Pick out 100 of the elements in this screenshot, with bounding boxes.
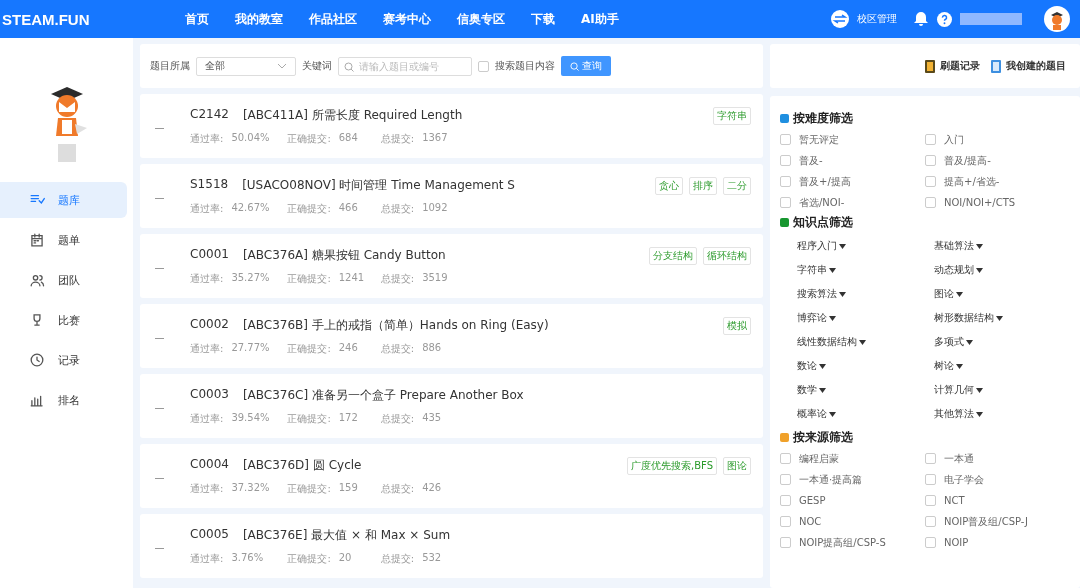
keyword-field[interactable]: 请输入题目或编号: [338, 56, 472, 76]
tag[interactable]: 排序: [689, 177, 717, 195]
avatar-icon[interactable]: [1044, 6, 1070, 32]
tag[interactable]: 模拟: [723, 317, 751, 335]
checkbox[interactable]: [780, 453, 791, 464]
tag[interactable]: 广度优先搜索,BFS: [627, 457, 717, 475]
checkbox[interactable]: [780, 197, 791, 208]
sidebar-item[interactable]: 排名: [0, 382, 127, 418]
topic-dropdown[interactable]: 搜索算法: [797, 287, 934, 301]
switch-icon[interactable]: [831, 10, 849, 28]
tag[interactable]: 贪心: [655, 177, 683, 195]
problem-card[interactable]: S1518 [USACO08NOV] 时间管理 Time Management S 通过率: 42.67% 正确提交: 466 总提交: 1092 贪心 排序 二分: [140, 164, 763, 228]
filter-option[interactable]: 暂无评定: [780, 132, 925, 147]
checkbox[interactable]: [780, 176, 791, 187]
topic-dropdown[interactable]: 数学: [797, 383, 934, 397]
filter-option[interactable]: NOIP普及组/CSP-J: [925, 514, 1070, 529]
checkbox[interactable]: [925, 495, 936, 506]
checkbox[interactable]: [780, 537, 791, 548]
filter-option[interactable]: 一本通: [925, 451, 1070, 466]
nav-link[interactable]: AI助手: [581, 10, 619, 28]
topic-dropdown[interactable]: 概率论: [797, 407, 934, 421]
problem-card[interactable]: C0004 [ABC376D] 圆 Cycle 通过率: 37.32% 正确提交: 159 总提交: 426 广度优先搜索,BFS 图论: [140, 444, 763, 508]
checkbox[interactable]: [925, 537, 936, 548]
checkbox[interactable]: [925, 516, 936, 527]
topic-dropdown[interactable]: 树论: [934, 359, 1070, 373]
topic-dropdown[interactable]: 程序入门: [797, 239, 934, 253]
topic-dropdown[interactable]: 动态规划: [934, 263, 1070, 277]
campus-link[interactable]: 校区管理: [857, 12, 897, 26]
stat-value: 1367: [422, 131, 448, 145]
checkbox[interactable]: [780, 134, 791, 145]
problem-card[interactable]: C0003 [ABC376C] 准备另一个盒子 Prepare Another Box 通过率: 39.54% 正确提交: 172 总提交: 435: [140, 374, 763, 438]
sidebar-item[interactable]: 比赛: [0, 302, 127, 338]
problem-title[interactable]: [ABC376D] 圆 Cycle: [242, 456, 362, 474]
topic-dropdown[interactable]: 线性数据结构: [797, 335, 934, 349]
nav-link[interactable]: 赛考中心: [383, 10, 431, 28]
filter-option[interactable]: 普及/提高-: [925, 153, 1070, 168]
filter-option[interactable]: NOIP: [925, 535, 1070, 550]
filter-option[interactable]: NOIP提高组/CSP-S: [780, 535, 925, 550]
checkbox[interactable]: [780, 474, 791, 485]
sidebar-item[interactable]: 记录: [0, 342, 127, 378]
filter-option[interactable]: 编程启蒙: [780, 451, 925, 466]
topic-dropdown[interactable]: 博弈论: [797, 311, 934, 325]
checkbox[interactable]: [925, 474, 936, 485]
filter-option[interactable]: 省选/NOI-: [780, 195, 925, 210]
problem-title[interactable]: [ABC411A] 所需长度 Required Length: [242, 106, 463, 124]
filter-option[interactable]: 普及-: [780, 153, 925, 168]
topic-dropdown[interactable]: 数论: [797, 359, 934, 373]
nav-link[interactable]: 信奥专区: [457, 10, 505, 28]
topic-dropdown[interactable]: 基础算法: [934, 239, 1070, 253]
checkbox[interactable]: [925, 197, 936, 208]
topic-dropdown[interactable]: 其他算法: [934, 407, 1070, 421]
checkbox[interactable]: [925, 453, 936, 464]
quick-link[interactable]: 刷题记录: [924, 59, 980, 73]
problem-card[interactable]: C0005 [ABC376E] 最大值 × 和 Max × Sum 通过率: 3.76% 正确提交: 20 总提交: 532: [140, 514, 763, 578]
bell-icon[interactable]: [913, 11, 929, 27]
checkbox[interactable]: [780, 495, 791, 506]
tag[interactable]: 分支结构: [649, 247, 697, 265]
help-icon[interactable]: [937, 11, 952, 27]
filter-option[interactable]: NCT: [925, 493, 1070, 508]
problem-title[interactable]: [ABC376C] 准备另一个盒子 Prepare Another Box: [242, 386, 524, 404]
filter-option[interactable]: GESP: [780, 493, 925, 508]
tag[interactable]: 图论: [723, 457, 751, 475]
filter-option[interactable]: 普及+/提高: [780, 174, 925, 189]
problem-title[interactable]: [USACO08NOV] 时间管理 Time Management S: [242, 176, 515, 194]
nav-link[interactable]: 首页: [185, 10, 209, 28]
topic-dropdown[interactable]: 字符串: [797, 263, 934, 277]
filter-option[interactable]: 电子学会: [925, 472, 1070, 487]
tag[interactable]: 循环结构: [703, 247, 751, 265]
tag[interactable]: 二分: [723, 177, 751, 195]
topic-dropdown[interactable]: 多项式: [934, 335, 1070, 349]
filter-option[interactable]: 提高+/省选-: [925, 174, 1070, 189]
topic-dropdown[interactable]: 树形数据结构: [934, 311, 1070, 325]
checkbox[interactable]: [780, 155, 791, 166]
nav-link[interactable]: 作品社区: [309, 10, 357, 28]
topic-dropdown[interactable]: 计算几何: [934, 383, 1070, 397]
filter-option[interactable]: NOC: [780, 514, 925, 529]
problem-title[interactable]: [ABC376E] 最大值 × 和 Max × Sum: [242, 526, 451, 544]
sidebar-item[interactable]: 团队: [0, 262, 127, 298]
logo[interactable]: STEAM.FUN: [2, 10, 185, 28]
problem-title[interactable]: [ABC376A] 糖果按钮 Candy Button: [242, 246, 446, 264]
problem-title[interactable]: [ABC376B] 手上的戒指（简单）Hands on Ring (Easy): [242, 316, 549, 334]
problem-card[interactable]: C0001 [ABC376A] 糖果按钮 Candy Button 通过率: 35.27% 正确提交: 1241 总提交: 3519 分支结构 循环结构: [140, 234, 763, 298]
tag[interactable]: 字符串: [713, 107, 751, 125]
category-select[interactable]: 全部: [196, 56, 296, 76]
checkbox[interactable]: [925, 176, 936, 187]
filter-option[interactable]: 一本通·提高篇: [780, 472, 925, 487]
checkbox[interactable]: [780, 516, 791, 527]
problem-card[interactable]: C0002 [ABC376B] 手上的戒指（简单）Hands on Ring (Easy) 通过率: 27.77% 正确提交: 246 总提交: 886 模拟: [140, 304, 763, 368]
nav-link[interactable]: 下载: [531, 10, 555, 28]
quick-link[interactable]: 我创建的题目: [990, 59, 1066, 73]
checkbox[interactable]: [925, 155, 936, 166]
filter-option[interactable]: NOI/NOI+/CTS: [925, 195, 1070, 210]
nav-link[interactable]: 我的教室: [235, 10, 283, 28]
checkbox[interactable]: [925, 134, 936, 145]
checkbox[interactable]: [478, 60, 489, 72]
filter-option[interactable]: 入门: [925, 132, 1070, 147]
sidebar-item[interactable]: 题库: [0, 182, 127, 218]
problem-card[interactable]: C2142 [ABC411A] 所需长度 Required Length 通过率: 50.04% 正确提交: 684 总提交: 1367 字符串: [140, 94, 763, 158]
topic-dropdown[interactable]: 图论: [934, 287, 1070, 301]
sidebar-item[interactable]: 题单: [0, 222, 127, 258]
